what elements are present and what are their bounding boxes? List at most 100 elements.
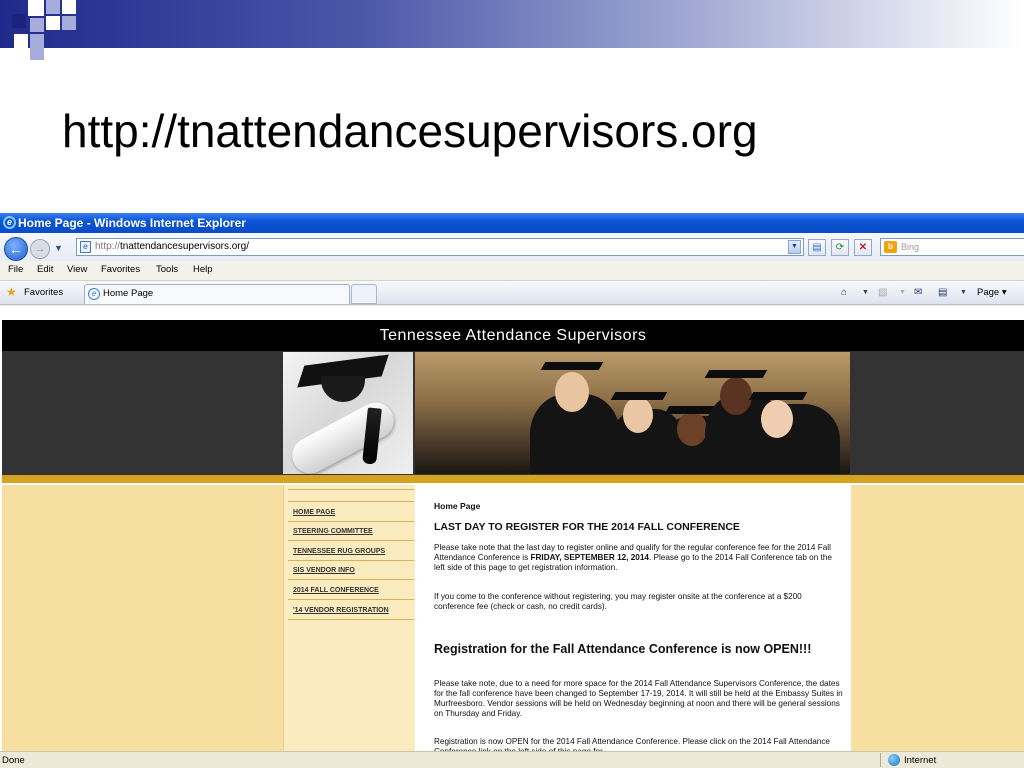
deadline-date: FRIDAY, SEPTEMBER 12, 2014 bbox=[530, 553, 649, 562]
gold-divider-bar bbox=[2, 475, 1024, 483]
mail-icon[interactable]: ✉ bbox=[914, 286, 922, 300]
viewport-margin bbox=[0, 306, 1024, 320]
menu-edit[interactable]: Edit bbox=[37, 264, 53, 275]
menu-bar: File Edit View Favorites Tools Help bbox=[0, 261, 1024, 281]
browser-window: e Home Page - Windows Internet Explorer … bbox=[0, 213, 1024, 768]
new-tab-button[interactable] bbox=[351, 284, 377, 304]
announcement-paragraph: Please take note that the last day to re… bbox=[434, 543, 844, 573]
mortarboard-shape bbox=[704, 370, 768, 378]
menu-separator bbox=[288, 619, 414, 620]
refresh-icon[interactable]: ⟳ bbox=[831, 239, 849, 256]
graduate-face bbox=[720, 377, 752, 415]
page-menu-button[interactable]: Page ▾ bbox=[977, 286, 1007, 300]
mortarboard-shape bbox=[748, 392, 808, 400]
tab-label: Home Page bbox=[103, 288, 154, 299]
decoration-square bbox=[28, 0, 44, 16]
feeds-dropdown-icon[interactable]: ▼ bbox=[899, 286, 906, 300]
tab-favicon-icon: e bbox=[88, 288, 100, 300]
address-protocol: http:// bbox=[95, 241, 121, 252]
diploma-scroll-shape bbox=[285, 396, 401, 474]
graduate-face bbox=[677, 412, 707, 446]
home-dropdown-icon[interactable]: ▼ bbox=[862, 286, 869, 300]
ie-logo-icon: e bbox=[3, 216, 16, 229]
registration-open-paragraph: Registration is now OPEN for the 2014 Fa… bbox=[434, 737, 830, 751]
address-dropdown-icon[interactable]: ▼ bbox=[788, 240, 801, 254]
page-favicon-icon: e bbox=[80, 241, 91, 253]
slide: http://tnattendancesupervisors.org e Hom… bbox=[0, 0, 1024, 768]
nav-tennessee-rug-groups[interactable]: TENNESSEE RUG GROUPS bbox=[293, 548, 385, 555]
compatibility-view-icon[interactable]: ▤ bbox=[808, 239, 826, 256]
print-dropdown-icon[interactable]: ▼ bbox=[960, 286, 967, 300]
site-navigation-menu: HOME PAGE STEERING COMMITTEE TENNESSEE R… bbox=[283, 485, 415, 751]
graduate-face bbox=[623, 397, 653, 433]
menu-tools[interactable]: Tools bbox=[156, 264, 178, 275]
bing-logo-icon: b bbox=[884, 241, 897, 253]
address-url: tnattendancesupervisors.org/ bbox=[120, 241, 249, 252]
security-zone-label: Internet bbox=[904, 755, 937, 766]
forward-arrow-icon[interactable]: → bbox=[30, 239, 50, 259]
window-title: Home Page - Windows Internet Explorer bbox=[18, 216, 246, 230]
menu-separator bbox=[288, 560, 414, 561]
nav-steering-committee[interactable]: STEERING COMMITTEE bbox=[293, 528, 373, 535]
menu-separator bbox=[288, 599, 414, 600]
nav-sis-vendor-info[interactable]: SIS VENDOR INFO bbox=[293, 567, 355, 574]
decoration-square bbox=[30, 18, 44, 32]
recent-pages-dropdown-icon[interactable]: ▼ bbox=[54, 243, 63, 253]
nav-2014-fall-conference[interactable]: 2014 FALL CONFERENCE bbox=[293, 587, 379, 594]
home-icon[interactable]: ⌂ bbox=[841, 286, 847, 300]
internet-globe-icon bbox=[888, 754, 900, 766]
left-panel bbox=[2, 485, 283, 751]
mortarboard-shape bbox=[540, 362, 604, 370]
decoration-square bbox=[30, 34, 44, 48]
main-content: Home Page LAST DAY TO REGISTER FOR THE 2… bbox=[415, 485, 851, 751]
menu-help[interactable]: Help bbox=[193, 264, 213, 275]
favorites-star-icon[interactable]: ★ bbox=[6, 285, 17, 299]
decoration-square bbox=[14, 34, 28, 48]
cap-and-diploma-image bbox=[283, 352, 413, 474]
decoration-square bbox=[46, 16, 60, 30]
nav-vendor-registration[interactable]: '14 VENDOR REGISTRATION bbox=[293, 607, 389, 614]
decoration-square bbox=[62, 16, 76, 30]
menu-separator bbox=[288, 540, 414, 541]
window-titlebar: e Home Page - Windows Internet Explorer bbox=[0, 213, 1024, 233]
menu-view[interactable]: View bbox=[67, 264, 87, 275]
menu-separator bbox=[288, 521, 414, 522]
menu-separator bbox=[288, 489, 414, 490]
menu-file[interactable]: File bbox=[8, 264, 23, 275]
menu-favorites[interactable]: Favorites bbox=[101, 264, 140, 275]
menu-separator bbox=[288, 501, 414, 502]
favorites-bar: ★ Favorites e Home Page ⌂ ▼ ▧ ▼ ✉ ▤ ▼ Pa… bbox=[0, 281, 1024, 305]
slide-title: http://tnattendancesupervisors.org bbox=[62, 105, 758, 157]
status-text: Done bbox=[2, 755, 25, 766]
search-placeholder: Bing bbox=[901, 242, 920, 252]
print-icon[interactable]: ▤ bbox=[938, 286, 947, 300]
favorites-button[interactable]: Favorites bbox=[24, 287, 63, 298]
page-viewport: Tennessee Attendance Supervisors HOME PA… bbox=[0, 306, 1024, 751]
nav-home-page[interactable]: HOME PAGE bbox=[293, 509, 335, 516]
registration-open-heading: Registration for the Fall Attendance Con… bbox=[434, 642, 812, 656]
slide-decoration-band bbox=[0, 0, 1024, 48]
mortarboard-shape bbox=[610, 392, 668, 400]
decoration-square bbox=[62, 0, 76, 14]
graduate-face bbox=[555, 372, 589, 412]
address-bar[interactable]: e http://tnattendancesupervisors.org/ ▼ bbox=[76, 238, 804, 256]
page-label: Home Page bbox=[434, 501, 481, 511]
menu-separator bbox=[288, 579, 414, 580]
graduate-face bbox=[761, 400, 793, 438]
tab-home-page[interactable]: e Home Page bbox=[84, 284, 350, 304]
announcement-heading: LAST DAY TO REGISTER FOR THE 2014 FALL C… bbox=[434, 521, 740, 533]
right-panel bbox=[851, 485, 1024, 751]
graduates-photo bbox=[415, 352, 850, 474]
feeds-icon[interactable]: ▧ bbox=[878, 286, 887, 300]
search-input[interactable]: b Bing bbox=[880, 238, 1024, 256]
date-change-paragraph: Please take note, due to a need for more… bbox=[434, 679, 843, 718]
site-header-title: Tennessee Attendance Supervisors bbox=[2, 320, 1024, 351]
decoration-square bbox=[46, 0, 60, 14]
status-bar: Done Internet bbox=[0, 751, 1024, 768]
stop-icon[interactable]: ✕ bbox=[854, 239, 872, 256]
cap-dome-shape bbox=[321, 376, 365, 402]
decoration-square bbox=[12, 14, 26, 28]
status-divider bbox=[880, 753, 881, 767]
decoration-square bbox=[30, 48, 44, 60]
back-arrow-icon[interactable]: ← bbox=[4, 237, 28, 261]
